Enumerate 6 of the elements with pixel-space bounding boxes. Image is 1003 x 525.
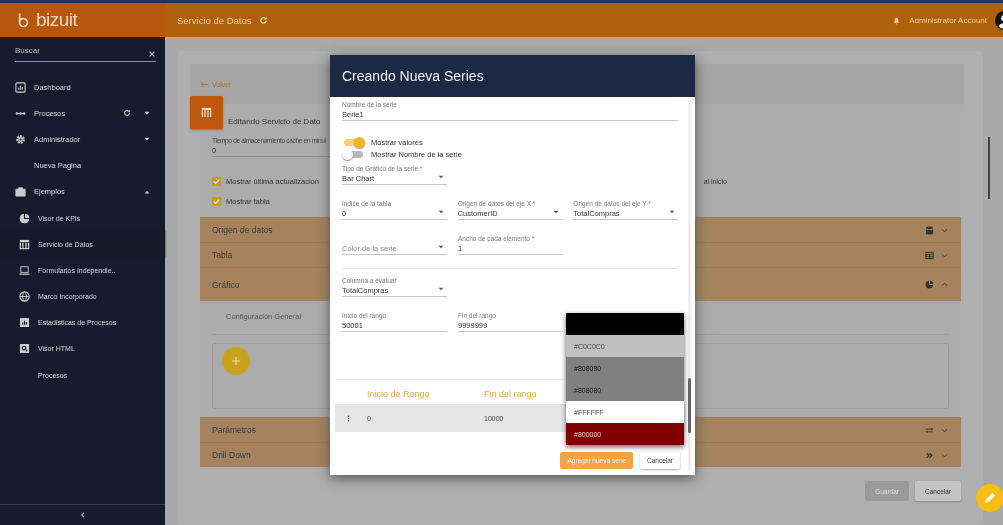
column-header: Inicio de Rango <box>367 389 430 399</box>
page-title: Servicio de Datos <box>177 14 252 26</box>
logo-text: bizuit <box>36 9 78 31</box>
column-header: Fin del rango <box>484 389 537 399</box>
dialog-title: Creando Nueva Series <box>342 68 484 84</box>
form-title: Editando Servicio de Dato <box>228 117 321 128</box>
